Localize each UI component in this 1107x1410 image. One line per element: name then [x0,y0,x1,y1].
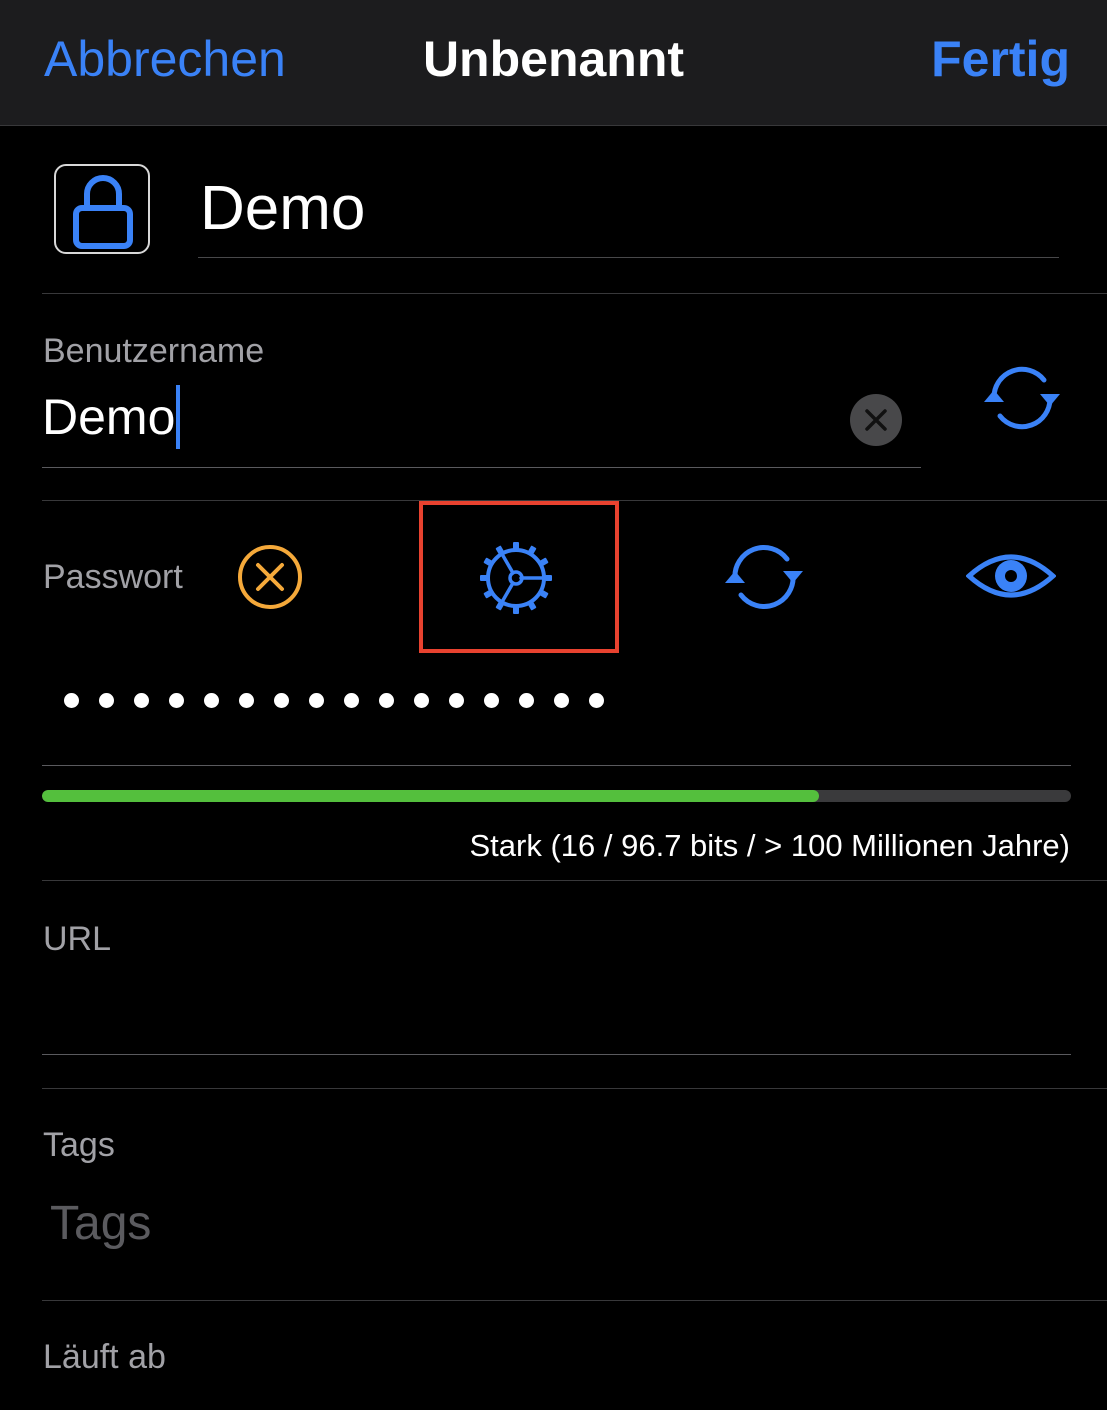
divider [42,1300,1107,1301]
password-dot [169,693,184,708]
password-strength-fill [42,790,819,802]
url-label: URL [43,920,112,958]
password-strength-bar [42,790,1071,802]
masked-password [64,693,624,708]
password-dot [589,693,604,708]
password-dot [99,693,114,708]
expiry-label: Läuft ab [43,1338,166,1376]
tags-label: Tags [43,1126,115,1164]
password-dot [379,693,394,708]
password-field[interactable] [42,660,1071,766]
regenerate-password-refresh-icon[interactable] [723,541,805,613]
url-field[interactable] [42,970,1071,1055]
entry-icon-button[interactable] [54,164,150,254]
divider [42,1088,1107,1089]
divider [42,880,1107,881]
password-dot [274,693,289,708]
lock-icon [73,175,133,249]
password-dot [414,693,429,708]
password-generator-gear-icon[interactable] [478,540,554,616]
password-dot [309,693,324,708]
done-button[interactable]: Fertig [931,30,1070,88]
password-dot [519,693,534,708]
entry-title-value: Demo [200,174,366,243]
clear-username-button[interactable] [850,394,902,446]
password-dot [64,693,79,708]
password-label: Passwort [43,558,183,596]
tags-input[interactable]: Tags [50,1196,151,1251]
password-dot [239,693,254,708]
text-caret [176,384,181,449]
username-label: Benutzername [43,332,265,370]
password-dot [344,693,359,708]
password-dot [449,693,464,708]
password-dot [204,693,219,708]
show-password-eye-icon[interactable] [966,546,1056,606]
generate-username-refresh-icon[interactable] [982,360,1062,436]
password-dot [554,693,569,708]
password-dot [134,693,149,708]
clear-icon [865,409,887,431]
username-value: Demo [42,389,176,445]
entry-title-field[interactable]: Demo [198,165,1059,258]
divider [42,293,1107,294]
navigation-bar: Abbrechen Unbenannt Fertig [0,0,1107,126]
password-strength-text: Stark (16 / 96.7 bits / > 100 Millionen … [469,828,1070,863]
username-field[interactable]: Demo [42,378,921,468]
cancel-button[interactable]: Abbrechen [44,30,286,88]
clear-password-x-icon[interactable] [237,544,303,610]
password-dot [484,693,499,708]
